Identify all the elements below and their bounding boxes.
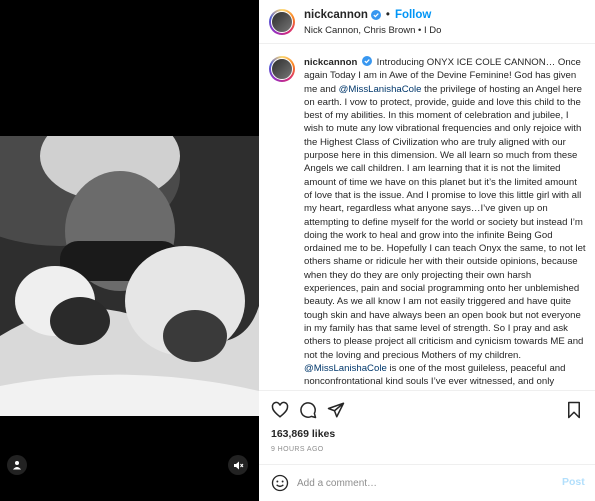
photo-illustration [0, 136, 259, 416]
post-button[interactable]: Post [562, 476, 585, 488]
caption-verified-icon [361, 56, 372, 66]
avatar[interactable] [269, 9, 295, 35]
mute-icon [233, 461, 243, 469]
comment-input[interactable] [297, 473, 537, 493]
caption-body-2: the privilege of hosting an Angel here o… [304, 83, 586, 361]
caption-avatar[interactable] [269, 56, 295, 82]
likes-count[interactable]: 163,869 likes [271, 428, 335, 440]
person-icon [13, 461, 21, 470]
comment-bar: Post [259, 464, 595, 501]
bookmark-icon[interactable] [565, 401, 583, 419]
post-timestamp[interactable]: 9 HOURS AGO [271, 446, 324, 453]
mention-link[interactable]: @MissLanishaCole [304, 363, 387, 374]
mention-link[interactable]: @MissLanishaCole [339, 84, 422, 95]
audio-subtitle[interactable]: Nick Cannon, Chris Brown • I Do [304, 25, 441, 36]
username-link[interactable]: nickcannon [304, 9, 368, 21]
header-name-row: nickcannon • Follow [304, 9, 431, 21]
post-photo [0, 136, 259, 416]
action-bar [259, 390, 595, 426]
share-icon[interactable] [327, 401, 345, 419]
emoji-icon[interactable] [271, 474, 289, 492]
caption-username[interactable]: nickcannon [304, 57, 357, 68]
follow-button[interactable]: Follow [395, 9, 431, 21]
caption-area: nickcannon Introducing ONYX ICE COLE CAN… [259, 44, 595, 390]
post-header: nickcannon • Follow Nick Cannon, Chris B… [259, 0, 595, 44]
verified-badge-icon [370, 10, 381, 20]
heart-icon[interactable] [271, 401, 289, 419]
caption-text: nickcannon Introducing ONYX ICE COLE CAN… [304, 56, 586, 390]
comment-icon[interactable] [299, 401, 317, 419]
tagged-people-button[interactable] [7, 455, 27, 475]
separator-dot: • [385, 9, 390, 21]
audio-toggle-button[interactable] [228, 455, 248, 475]
post-media[interactable] [0, 0, 259, 501]
post-panel: nickcannon • Follow Nick Cannon, Chris B… [259, 0, 595, 501]
